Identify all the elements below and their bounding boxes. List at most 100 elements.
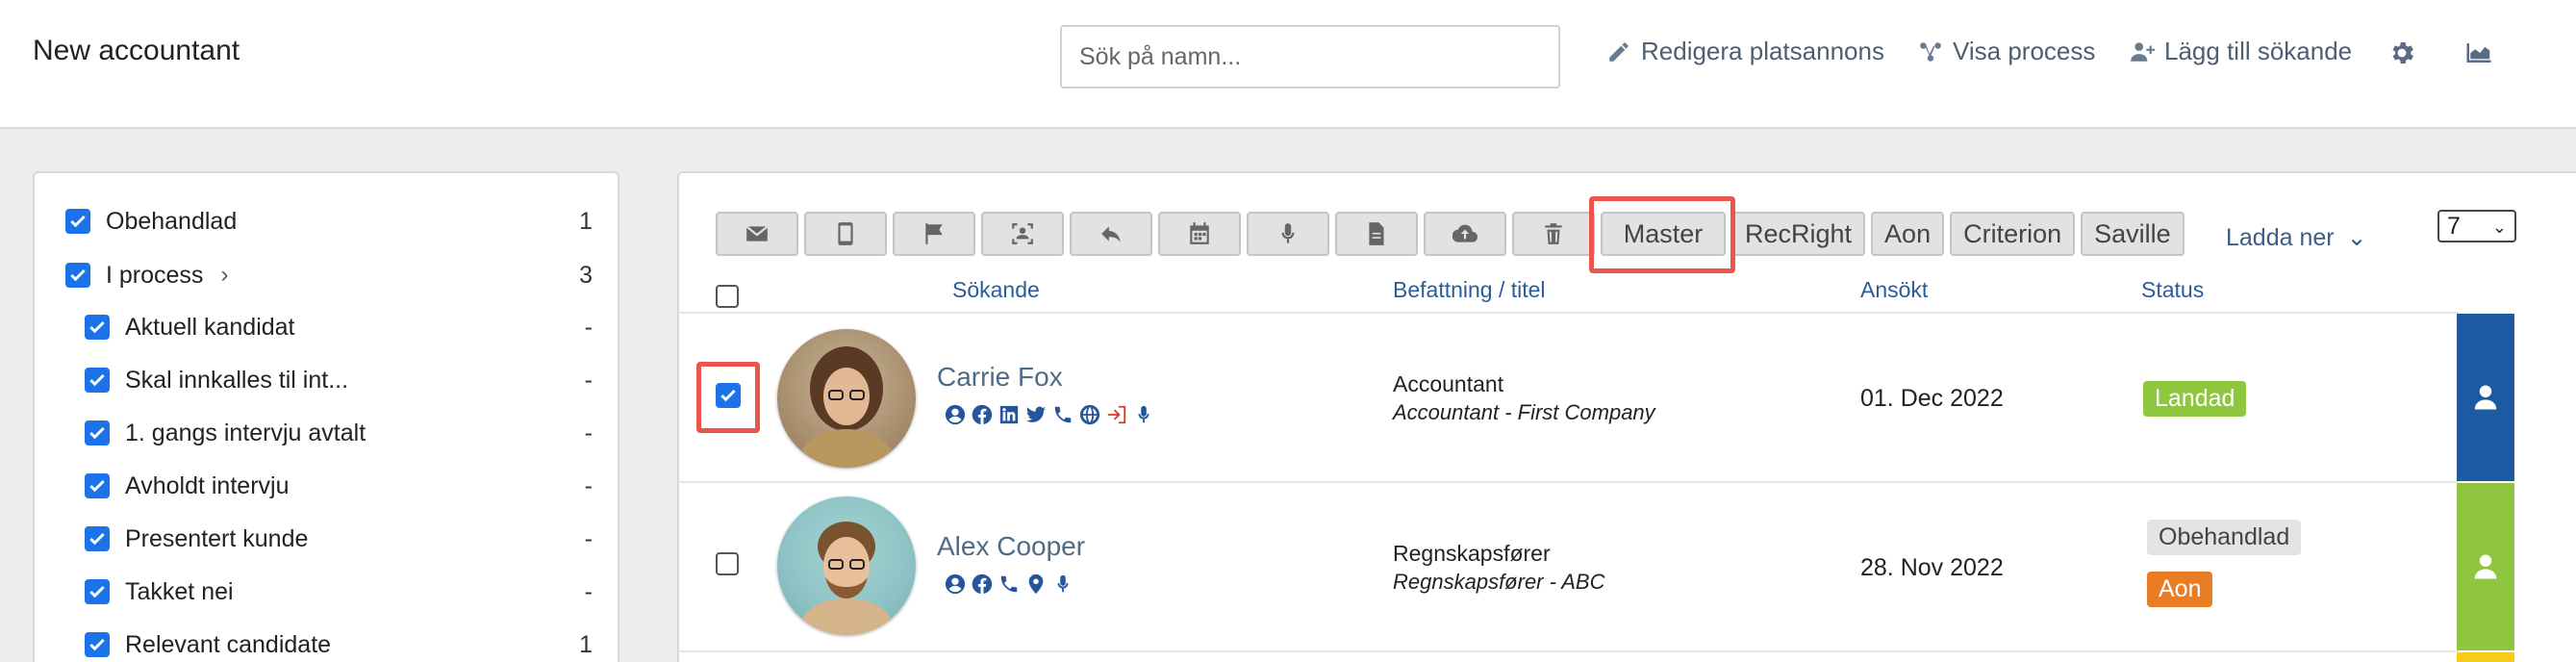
globe-icon[interactable] bbox=[1079, 404, 1100, 425]
recright-button[interactable]: RecRight bbox=[1731, 212, 1866, 256]
email-button[interactable] bbox=[716, 212, 798, 256]
status-badge[interactable]: Obehandlad bbox=[2147, 520, 2302, 555]
record-button[interactable] bbox=[1247, 212, 1329, 256]
flag-button[interactable] bbox=[893, 212, 975, 256]
criterion-button[interactable]: Criterion bbox=[1950, 212, 2076, 256]
filter-label: Aktuell kandidat bbox=[125, 313, 295, 341]
column-header-status[interactable]: Status bbox=[2141, 277, 2204, 303]
document-button[interactable] bbox=[1335, 212, 1418, 256]
chevron-down-icon: ⌄ bbox=[2346, 224, 2367, 251]
avatar[interactable] bbox=[777, 496, 916, 635]
checkbox[interactable] bbox=[85, 473, 110, 498]
microphone-icon[interactable] bbox=[1052, 573, 1073, 595]
column-header-position[interactable]: Befattning / titel bbox=[1393, 277, 1546, 303]
upload-button[interactable] bbox=[1424, 212, 1506, 256]
status-badge[interactable]: Landad bbox=[2143, 381, 2247, 417]
candidate-profile-button[interactable] bbox=[2457, 483, 2514, 650]
filter-count: 3 bbox=[579, 261, 593, 289]
facebook-icon[interactable] bbox=[972, 573, 993, 595]
phone-icon[interactable] bbox=[998, 573, 1020, 595]
aon-button[interactable]: Aon bbox=[1871, 212, 1945, 256]
mobile-icon bbox=[838, 222, 853, 245]
checkbox[interactable] bbox=[85, 420, 110, 446]
download-dropdown[interactable]: Ladda ner ⌄ bbox=[2226, 223, 2367, 252]
phone-icon[interactable] bbox=[1052, 404, 1073, 425]
column-header-applicant[interactable]: Sökande bbox=[952, 277, 1040, 303]
checkbox[interactable] bbox=[65, 209, 90, 234]
linkedin-icon[interactable] bbox=[998, 404, 1020, 425]
calendar-button[interactable] bbox=[1158, 212, 1241, 256]
checkbox[interactable] bbox=[85, 632, 110, 657]
sms-button[interactable] bbox=[804, 212, 887, 256]
edit-job-ad-label: Redigera platsannons bbox=[1641, 37, 1884, 65]
gear-icon[interactable] bbox=[2387, 38, 2416, 67]
filter-item-takket-nei[interactable]: Takket nei - bbox=[35, 573, 621, 611]
status-badge[interactable]: Aon bbox=[2147, 572, 2213, 607]
job-title: Regnskapsfører bbox=[1393, 541, 1551, 566]
delete-button[interactable] bbox=[1512, 212, 1595, 256]
filter-label: Obehandlad bbox=[106, 207, 238, 235]
candidate-name[interactable]: Carrie Fox bbox=[937, 362, 1063, 393]
filter-count: - bbox=[584, 577, 593, 605]
checkbox[interactable] bbox=[85, 526, 110, 551]
show-process-link[interactable]: Visa process bbox=[1918, 37, 2095, 66]
checkbox[interactable] bbox=[85, 315, 110, 340]
add-applicant-link[interactable]: Lägg till sökande bbox=[2130, 37, 2352, 66]
checkbox[interactable] bbox=[65, 263, 90, 288]
document-icon bbox=[1369, 222, 1384, 245]
filter-item-i-process[interactable]: I process › 3 bbox=[35, 256, 621, 294]
page-size-value: 7 bbox=[2447, 212, 2461, 240]
candidate-checkbox[interactable] bbox=[716, 552, 739, 575]
filter-item-obehandlad[interactable]: Obehandlad 1 bbox=[35, 202, 621, 241]
filter-item-presentert-kunde[interactable]: Presentert kunde - bbox=[35, 520, 621, 558]
scan-face-icon bbox=[1012, 223, 1033, 244]
facebook-icon[interactable] bbox=[972, 404, 993, 425]
chevron-down-icon: ⌄ bbox=[2491, 217, 2507, 237]
candidate-profile-button[interactable] bbox=[2457, 652, 2514, 662]
add-user-icon bbox=[2131, 41, 2155, 62]
login-icon[interactable] bbox=[1106, 404, 1127, 425]
reply-button[interactable] bbox=[1070, 212, 1152, 256]
scan-button[interactable] bbox=[981, 212, 1064, 256]
master-button-highlight bbox=[1589, 196, 1735, 273]
filter-count: - bbox=[584, 524, 593, 552]
user-circle-icon[interactable] bbox=[945, 404, 966, 425]
filter-item-avholdt-intervju[interactable]: Avholdt intervju - bbox=[35, 467, 621, 505]
edit-job-ad-link[interactable]: Redigera platsannons bbox=[1606, 37, 1884, 66]
checkbox[interactable] bbox=[85, 579, 110, 604]
user-icon bbox=[2474, 554, 2497, 579]
candidate-list-panel: Master RecRight Aon Criterion Saville La… bbox=[677, 171, 2576, 662]
filter-count: - bbox=[584, 471, 593, 499]
cloud-upload-icon bbox=[1452, 224, 1477, 242]
applied-date: 01. Dec 2022 bbox=[1860, 385, 2004, 412]
job-title: Accountant bbox=[1393, 371, 1504, 396]
trash-icon bbox=[1545, 223, 1562, 244]
user-circle-icon[interactable] bbox=[945, 573, 966, 595]
avatar[interactable] bbox=[777, 329, 916, 468]
twitter-icon[interactable] bbox=[1025, 404, 1047, 425]
page-title: New accountant bbox=[33, 35, 240, 66]
chart-icon[interactable] bbox=[2464, 38, 2493, 67]
filter-item-aktuell-kandidat[interactable]: Aktuell kandidat - bbox=[35, 308, 621, 346]
chevron-right-icon[interactable]: › bbox=[220, 262, 228, 289]
filter-label: 1. gangs intervju avtalt bbox=[125, 419, 366, 446]
candidate-name[interactable]: Alex Cooper bbox=[937, 531, 1085, 562]
location-icon[interactable] bbox=[1025, 573, 1047, 595]
divider bbox=[679, 312, 2459, 314]
select-all-checkbox[interactable] bbox=[716, 285, 739, 308]
add-applicant-label: Lägg till sökande bbox=[2164, 37, 2353, 65]
column-header-applied[interactable]: Ansökt bbox=[1860, 277, 1928, 303]
candidate-profile-button[interactable] bbox=[2457, 314, 2514, 481]
search-input[interactable] bbox=[1060, 25, 1560, 89]
page-size-select[interactable]: 7 ⌄ bbox=[2437, 210, 2516, 242]
saville-button[interactable]: Saville bbox=[2081, 212, 2185, 256]
candidate-contact-icons bbox=[945, 404, 1154, 425]
filter-item-relevant-candidate[interactable]: Relevant candidate 1 bbox=[35, 625, 621, 662]
calendar-icon bbox=[1190, 222, 1209, 244]
checkbox[interactable] bbox=[85, 368, 110, 393]
candidate-contact-icons bbox=[945, 573, 1073, 595]
filter-item-1-gangs-intervju[interactable]: 1. gangs intervju avtalt - bbox=[35, 414, 621, 452]
filter-item-skal-innkalles[interactable]: Skal innkalles til int... - bbox=[35, 361, 621, 399]
microphone-icon[interactable] bbox=[1133, 404, 1154, 425]
filter-count: 1 bbox=[579, 207, 593, 235]
